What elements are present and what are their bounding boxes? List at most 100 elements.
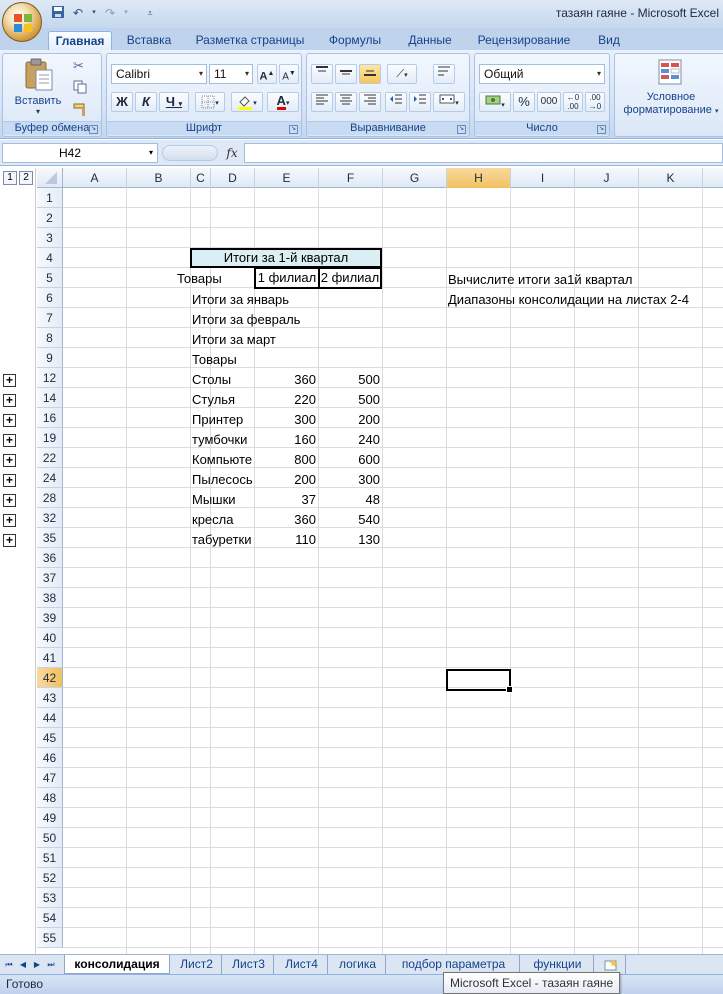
tab-view[interactable]: Вид bbox=[592, 31, 626, 50]
item-name-cell[interactable]: Столы bbox=[192, 370, 254, 390]
align-right-button[interactable] bbox=[359, 92, 381, 112]
number-dialog-launcher[interactable]: ↘ bbox=[597, 125, 606, 134]
orientation-button[interactable]: ⟋▾ bbox=[387, 64, 417, 84]
increase-indent-button[interactable] bbox=[409, 92, 431, 112]
column-header-d[interactable]: D bbox=[211, 168, 255, 188]
note-cell[interactable]: Вычислите итоги за1й квартал bbox=[448, 270, 720, 290]
branch1-value-cell[interactable]: 37 bbox=[254, 490, 318, 510]
row-header[interactable]: 38 bbox=[37, 588, 63, 608]
expand-group-button[interactable]: + bbox=[3, 474, 16, 487]
borders-button[interactable]: ▾ bbox=[195, 92, 225, 112]
row-header[interactable]: 7 bbox=[37, 308, 63, 328]
row-header-selected[interactable]: 42 bbox=[37, 668, 63, 688]
decrease-indent-button[interactable] bbox=[385, 92, 407, 112]
expand-group-button[interactable]: + bbox=[3, 414, 16, 427]
align-center-button[interactable] bbox=[335, 92, 357, 112]
font-color-button[interactable]: A▾ bbox=[267, 92, 299, 112]
branch1-value-cell[interactable]: 300 bbox=[254, 410, 318, 430]
item-name-cell[interactable]: Стулья bbox=[192, 390, 254, 410]
tab-home[interactable]: Главная bbox=[48, 31, 112, 50]
column-header-k[interactable]: K bbox=[639, 168, 703, 188]
align-middle-button[interactable] bbox=[335, 64, 357, 84]
label-cell[interactable]: Итоги за январь bbox=[192, 290, 316, 310]
grow-font-button[interactable]: A▲ bbox=[257, 64, 277, 84]
expand-group-button[interactable]: + bbox=[3, 394, 16, 407]
customize-qat-icon[interactable]: ⩡ bbox=[142, 5, 158, 21]
sheet-tab-logic[interactable]: логика bbox=[330, 955, 386, 974]
currency-button[interactable]: ▾ bbox=[479, 92, 511, 112]
row-header[interactable]: 32 bbox=[37, 508, 63, 528]
item-name-cell[interactable]: Компьюте bbox=[192, 450, 254, 470]
tab-formulas[interactable]: Формулы bbox=[324, 31, 386, 50]
branch2-value-cell[interactable]: 240 bbox=[318, 430, 382, 450]
branch2-value-cell[interactable]: 300 bbox=[318, 470, 382, 490]
thousands-button[interactable]: 000 bbox=[537, 92, 561, 112]
row-header[interactable]: 5 bbox=[37, 268, 63, 288]
branch2-header[interactable]: 2 филиал bbox=[318, 268, 382, 289]
formula-bar-expander[interactable] bbox=[162, 145, 218, 161]
format-painter-icon[interactable] bbox=[73, 102, 89, 118]
tab-data[interactable]: Данные bbox=[402, 31, 458, 50]
row-header[interactable]: 39 bbox=[37, 608, 63, 628]
font-name-combo[interactable]: Calibri ▾ bbox=[111, 64, 207, 84]
outline-level-2-button[interactable]: 2 bbox=[19, 171, 33, 185]
row-header[interactable]: 52 bbox=[37, 868, 63, 888]
row-header[interactable]: 8 bbox=[37, 328, 63, 348]
select-all-button[interactable] bbox=[37, 168, 63, 188]
align-top-button[interactable] bbox=[311, 64, 333, 84]
font-size-combo[interactable]: 11 ▾ bbox=[209, 64, 253, 84]
expand-group-button[interactable]: + bbox=[3, 374, 16, 387]
undo-dropdown-icon[interactable]: ▾ bbox=[90, 5, 98, 21]
row-header[interactable]: 55 bbox=[37, 928, 63, 948]
clipboard-dialog-launcher[interactable]: ↘ bbox=[89, 125, 98, 134]
row-header[interactable]: 44 bbox=[37, 708, 63, 728]
row-header[interactable]: 12 bbox=[37, 368, 63, 388]
copy-icon[interactable] bbox=[73, 80, 89, 96]
tab-review[interactable]: Рецензирование bbox=[472, 31, 576, 50]
next-sheet-icon[interactable]: ▶ bbox=[32, 958, 42, 972]
row-header[interactable]: 49 bbox=[37, 808, 63, 828]
underline-button[interactable]: Ч ▾ bbox=[159, 92, 189, 112]
bold-button[interactable]: Ж bbox=[111, 92, 133, 112]
branch2-value-cell[interactable]: 540 bbox=[318, 510, 382, 530]
row-header[interactable]: 1 bbox=[37, 188, 63, 208]
label-cell[interactable]: Итоги за март bbox=[192, 330, 316, 350]
row-header[interactable]: 28 bbox=[37, 488, 63, 508]
redo-dropdown-icon[interactable]: ▾ bbox=[122, 5, 130, 21]
branch2-value-cell[interactable]: 130 bbox=[318, 530, 382, 550]
percent-button[interactable]: % bbox=[513, 92, 535, 112]
column-header-b[interactable]: B bbox=[127, 168, 191, 188]
sheet-tab-list3[interactable]: Лист3 bbox=[224, 955, 274, 974]
expand-group-button[interactable]: + bbox=[3, 434, 16, 447]
expand-group-button[interactable]: + bbox=[3, 534, 16, 547]
label-cell[interactable]: Итоги за февраль bbox=[192, 310, 316, 330]
row-header[interactable]: 37 bbox=[37, 568, 63, 588]
decrease-decimal-button[interactable]: .00 →0 bbox=[585, 92, 605, 112]
outline-level-1-button[interactable]: 1 bbox=[3, 171, 17, 185]
active-cell-h42[interactable] bbox=[446, 669, 513, 693]
branch1-value-cell[interactable]: 800 bbox=[254, 450, 318, 470]
column-header-l[interactable] bbox=[703, 168, 723, 188]
column-header-a[interactable]: A bbox=[63, 168, 127, 188]
row-header[interactable]: 36 bbox=[37, 548, 63, 568]
item-name-cell[interactable]: Принтер bbox=[192, 410, 254, 430]
row-header[interactable]: 54 bbox=[37, 908, 63, 928]
branch2-value-cell[interactable]: 600 bbox=[318, 450, 382, 470]
column-header-f[interactable]: F bbox=[319, 168, 383, 188]
formula-input[interactable] bbox=[244, 143, 723, 163]
shrink-font-button[interactable]: A▼ bbox=[279, 64, 299, 84]
sheet-tab-list4[interactable]: Лист4 bbox=[276, 955, 328, 974]
row-header[interactable]: 6 bbox=[37, 288, 63, 308]
align-left-button[interactable] bbox=[311, 92, 333, 112]
tab-insert[interactable]: Вставка bbox=[120, 31, 178, 50]
branch1-header[interactable]: 1 филиал bbox=[254, 268, 320, 289]
name-box[interactable]: H42 ▾ bbox=[2, 143, 158, 163]
column-header-e[interactable]: E bbox=[255, 168, 319, 188]
insert-function-button[interactable]: fx bbox=[222, 144, 242, 162]
row-header[interactable]: 47 bbox=[37, 768, 63, 788]
row-header[interactable]: 43 bbox=[37, 688, 63, 708]
sheet-tab-consolidation[interactable]: консолидация bbox=[64, 955, 170, 974]
last-sheet-icon[interactable]: ⏭ bbox=[46, 958, 56, 972]
row-header[interactable]: 24 bbox=[37, 468, 63, 488]
fill-color-button[interactable]: ▾ bbox=[231, 92, 263, 112]
